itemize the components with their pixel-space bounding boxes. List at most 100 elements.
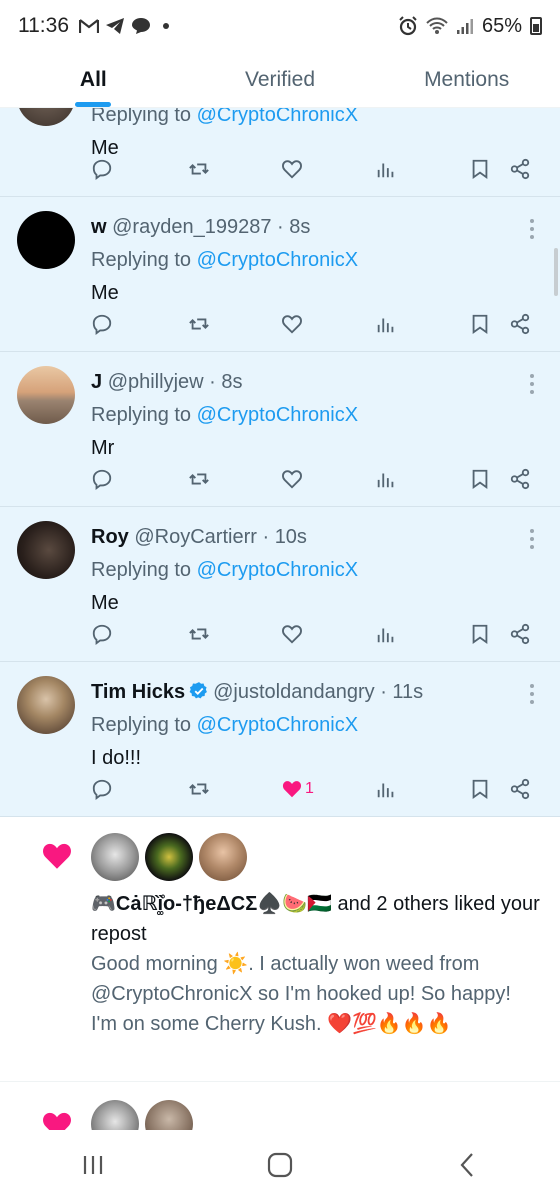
share-icon	[510, 778, 530, 800]
reply-icon	[92, 469, 112, 490]
reply-button[interactable]	[91, 154, 113, 184]
share-button[interactable]	[509, 619, 531, 649]
avatar[interactable]	[145, 833, 193, 881]
tab-all-label: All	[79, 67, 107, 91]
avatar[interactable]	[145, 1100, 193, 1130]
reply-icon	[92, 159, 112, 180]
like-button[interactable]	[281, 464, 303, 494]
reply-button[interactable]	[91, 774, 113, 804]
repost-button[interactable]	[188, 309, 210, 339]
reply-button[interactable]	[91, 464, 113, 494]
reply-text: I do!!!	[91, 747, 142, 769]
share-icon	[510, 313, 530, 335]
reply-post[interactable]: w @rayden_199287 · 8s Replying to @Crypt…	[0, 197, 560, 352]
avatar[interactable]	[17, 366, 75, 424]
like-notification[interactable]	[0, 1082, 560, 1130]
scrollbar[interactable]	[554, 248, 558, 296]
tab-verified[interactable]: Verified	[187, 52, 374, 107]
bookmark-button[interactable]	[469, 154, 491, 184]
back-button[interactable]	[437, 1145, 497, 1185]
display-name[interactable]: Tim Hicks	[91, 681, 185, 703]
share-button[interactable]	[509, 774, 531, 804]
repost-button[interactable]	[188, 619, 210, 649]
views-button[interactable]	[375, 774, 397, 804]
like-button[interactable]: 1	[281, 774, 314, 804]
user-handle[interactable]: @rayden_199287	[112, 216, 271, 238]
reply-post[interactable]: Roy @RoyCartierr · 10s Replying to @Cryp…	[0, 507, 560, 662]
display-name[interactable]: w	[91, 216, 107, 238]
more-options-icon[interactable]	[530, 529, 536, 549]
reply-button[interactable]	[91, 619, 113, 649]
share-button[interactable]	[509, 464, 531, 494]
avatar[interactable]	[17, 211, 75, 269]
bookmark-button[interactable]	[469, 309, 491, 339]
more-options-icon[interactable]	[530, 219, 536, 239]
recent-apps-button[interactable]	[63, 1145, 123, 1185]
heart-filled-icon	[282, 781, 302, 798]
replying-to: Replying to @CryptoChronicX	[91, 243, 544, 277]
time-separator: ·	[256, 526, 275, 548]
avatar[interactable]	[199, 833, 247, 881]
repost-button[interactable]	[188, 774, 210, 804]
repost-icon	[189, 783, 209, 795]
replying-to-link[interactable]: @CryptoChronicX	[197, 108, 358, 126]
chat-bubble-icon	[132, 18, 150, 34]
tab-mentions[interactable]: Mentions	[373, 52, 560, 107]
display-name[interactable]: Roy	[91, 526, 129, 548]
views-button[interactable]	[375, 154, 397, 184]
avatar[interactable]	[17, 676, 75, 734]
replying-prefix: Replying to	[91, 404, 192, 426]
avatar[interactable]	[91, 1100, 139, 1130]
like-count: 1	[305, 780, 314, 797]
reply-button[interactable]	[91, 309, 113, 339]
signal-icon	[456, 19, 473, 34]
user-handle[interactable]: @justoldandangry	[213, 681, 375, 703]
reply-header: Roy @RoyCartierr · 10s	[91, 521, 544, 553]
action-bar	[91, 309, 544, 339]
more-options-icon[interactable]	[530, 684, 536, 704]
tab-all[interactable]: All	[0, 52, 187, 107]
notification-feed[interactable]: Replying to @CryptoChronicX Me w @rayden…	[0, 108, 560, 1130]
alarm-icon	[399, 16, 417, 36]
avatar[interactable]	[17, 108, 75, 126]
views-button[interactable]	[375, 464, 397, 494]
avatar[interactable]	[17, 521, 75, 579]
views-button[interactable]	[375, 619, 397, 649]
notification-post-text: Good morning ☀️. I actually won weed fro…	[91, 953, 511, 1035]
more-options-icon[interactable]	[530, 374, 536, 394]
bookmark-button[interactable]	[469, 619, 491, 649]
verified-badge-icon	[189, 682, 208, 699]
replying-to-link[interactable]: @CryptoChronicX	[197, 559, 358, 581]
like-button[interactable]	[281, 619, 303, 649]
share-icon	[510, 623, 530, 645]
replying-to-link[interactable]: @CryptoChronicX	[197, 249, 358, 271]
replying-to-link[interactable]: @CryptoChronicX	[197, 714, 358, 736]
like-notification[interactable]: 🎮Cȧℝȉ͚̊o-†ђeΔCΣ♠️🍉🇵🇸 and 2 others liked …	[0, 817, 560, 1082]
replying-to-link[interactable]: @CryptoChronicX	[197, 404, 358, 426]
action-bar	[91, 619, 544, 649]
tab-verified-label: Verified	[244, 67, 316, 91]
repost-button[interactable]	[188, 154, 210, 184]
action-bar	[91, 154, 544, 184]
repost-button[interactable]	[188, 464, 210, 494]
liker-name[interactable]: 🎮Cȧℝȉ͚̊o-†ђeΔCΣ♠️🍉🇵🇸	[91, 893, 332, 915]
display-name[interactable]: J	[91, 371, 102, 393]
reply-post[interactable]: Replying to @CryptoChronicX Me	[0, 108, 560, 197]
like-button[interactable]	[281, 154, 303, 184]
bookmark-button[interactable]	[469, 464, 491, 494]
bookmark-icon	[472, 314, 488, 335]
share-button[interactable]	[509, 154, 531, 184]
views-button[interactable]	[375, 309, 397, 339]
user-handle[interactable]: @RoyCartierr	[134, 526, 257, 548]
bookmark-button[interactable]	[469, 774, 491, 804]
user-handle[interactable]: @phillyjew	[108, 371, 204, 393]
share-button[interactable]	[509, 309, 531, 339]
avatar[interactable]	[91, 833, 139, 881]
replying-prefix: Replying to	[91, 714, 192, 736]
post-time: 10s	[274, 526, 307, 548]
like-button[interactable]	[281, 309, 303, 339]
home-button[interactable]	[250, 1145, 310, 1185]
status-time: 11:36	[18, 14, 69, 37]
reply-post[interactable]: Tim Hicks @justoldandangry · 11s Replying…	[0, 662, 560, 817]
reply-post[interactable]: J @phillyjew · 8s Replying to @CryptoChr…	[0, 352, 560, 507]
